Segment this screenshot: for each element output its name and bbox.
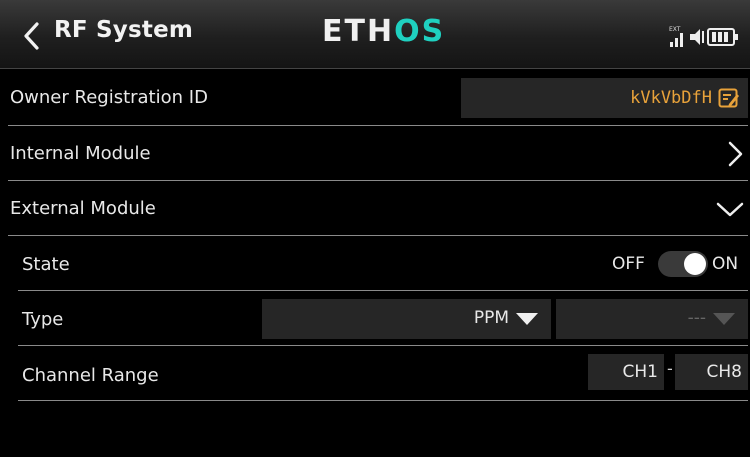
type-value: PPM — [473, 308, 509, 328]
row-type: Type PPM --- — [0, 292, 750, 347]
top-bar: RF System ETHOS EXT — [0, 0, 750, 69]
battery-icon — [707, 28, 738, 46]
state-on-label: ON — [712, 254, 739, 274]
row-internal-module[interactable]: Internal Module — [0, 126, 750, 181]
speaker-icon — [690, 29, 704, 45]
internal-module-label: Internal Module — [10, 143, 151, 164]
owner-id-field[interactable]: kVkVbDfH — [461, 78, 748, 118]
row-owner-registration: Owner Registration ID kVkVbDfH — [0, 70, 750, 125]
toggle-knob — [684, 253, 706, 275]
divider — [8, 235, 748, 236]
owner-id-value: kVkVbDfH — [630, 88, 712, 108]
owner-id-label: Owner Registration ID — [10, 87, 208, 108]
chevron-down-icon[interactable] — [716, 200, 744, 218]
page-title: RF System — [54, 17, 194, 43]
ethos-logo: ETHOS — [322, 14, 446, 49]
chevron-right-icon[interactable] — [726, 141, 744, 167]
type-sub-dropdown: --- — [556, 299, 748, 339]
divider — [18, 400, 748, 401]
channel-range-label: Channel Range — [22, 365, 159, 386]
state-toggle[interactable] — [658, 251, 708, 277]
divider — [18, 290, 748, 291]
row-state: State OFF ON — [0, 237, 750, 292]
signal-icon: EXT — [669, 26, 683, 47]
back-arrow-icon[interactable] — [18, 20, 46, 52]
channel-range-separator: - — [667, 359, 673, 378]
dropdown-arrow-icon — [516, 313, 538, 325]
row-channel-range: Channel Range CH1 - CH8 — [0, 348, 750, 403]
row-external-module[interactable]: External Module — [0, 181, 750, 236]
external-module-label: External Module — [10, 198, 156, 219]
type-label: Type — [22, 309, 64, 330]
edit-icon[interactable] — [718, 87, 740, 109]
channel-end-field[interactable]: CH8 — [675, 354, 748, 390]
state-off-label: OFF — [612, 254, 645, 274]
status-icons: EXT — [669, 26, 738, 47]
dropdown-arrow-icon — [713, 313, 735, 325]
type-sub-value: --- — [687, 308, 706, 328]
ext-indicator: EXT — [669, 26, 681, 33]
type-dropdown[interactable]: PPM — [262, 299, 551, 339]
state-label: State — [22, 254, 70, 275]
channel-start-field[interactable]: CH1 — [588, 354, 664, 390]
divider — [18, 345, 748, 346]
